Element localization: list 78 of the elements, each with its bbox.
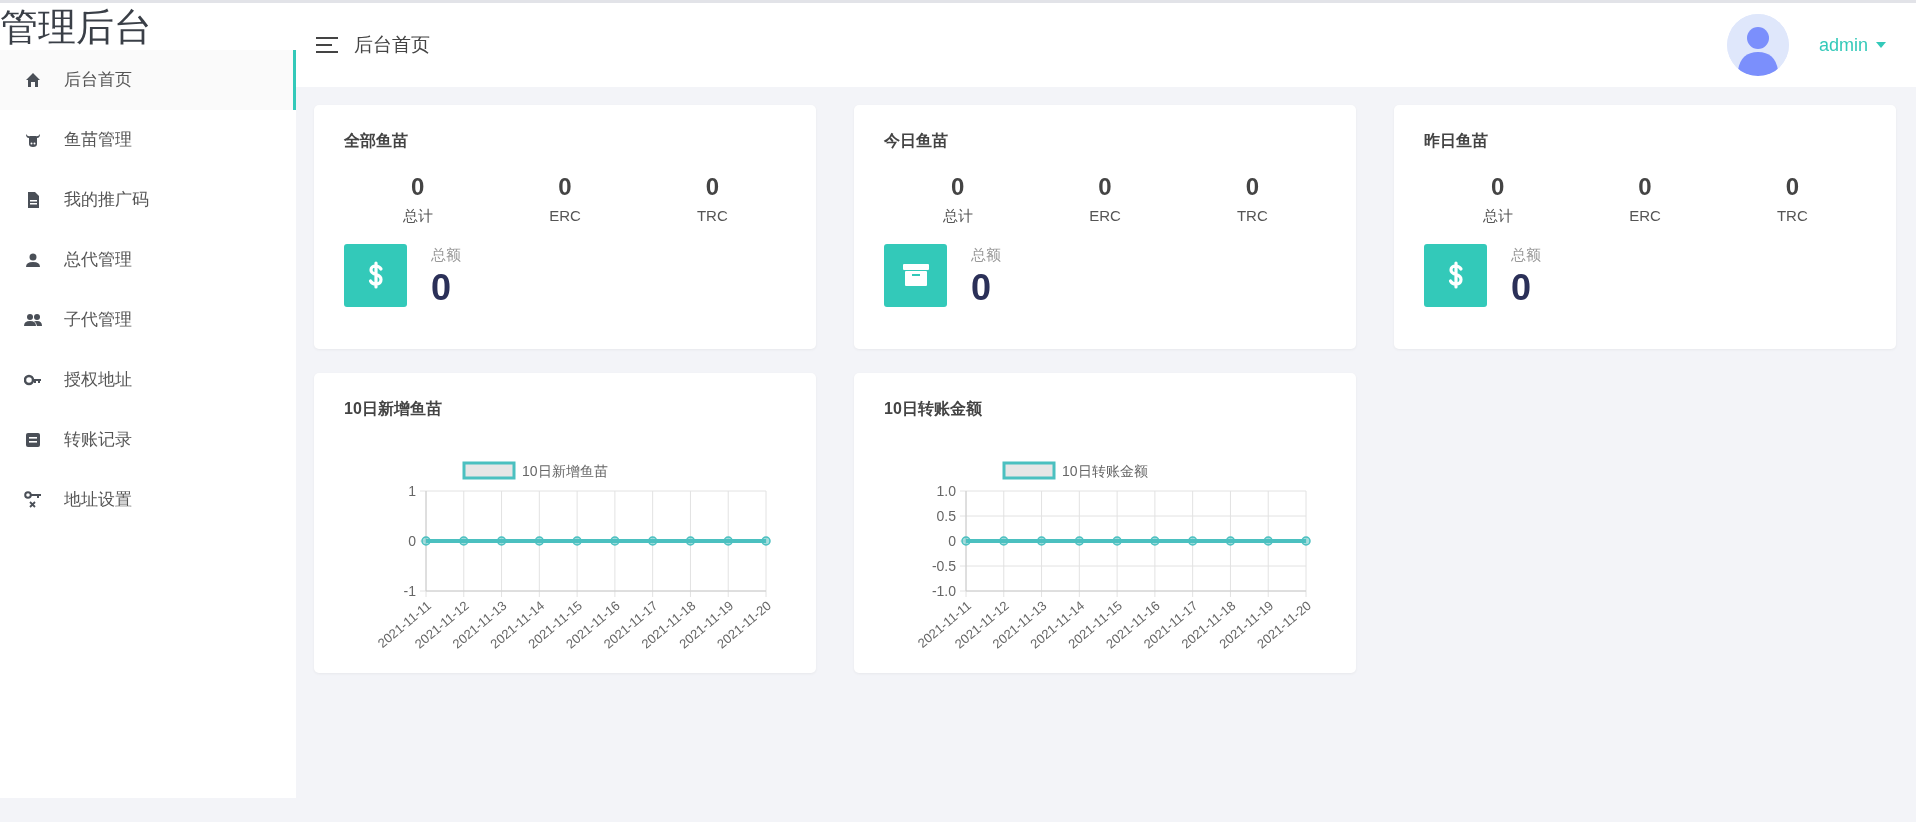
stat-value: 0 [705,172,719,202]
data-point [1225,536,1236,546]
menu-icon[interactable] [316,37,338,53]
stat-value: 0 [1245,172,1259,202]
data-point [1301,536,1311,546]
card-title: 全部鱼苗 [344,131,409,151]
card-title: 10日新增鱼苗 [344,399,443,419]
stat-label: ERC [1089,206,1121,226]
logo-text: 管理后台 [0,5,153,50]
legend-item[interactable]: 10日转账金额 [1002,461,1148,480]
home-icon [24,71,42,89]
stat-value: 0 [951,172,965,202]
data-point [685,536,696,546]
data-point [1112,536,1122,546]
stat-value: 0 [1098,172,1112,202]
sidebar-item[interactable]: 地址设置 [0,470,296,530]
card-title: 今日鱼苗 [884,131,949,151]
legend-label: 10日新增鱼苗 [522,463,608,479]
stat-label: TRC [1776,206,1808,226]
sidebar-item[interactable]: 子代管理 [0,290,296,350]
total-value: 0 [971,270,993,307]
data-point [610,536,620,546]
data-point [1036,536,1047,546]
data-point [1187,536,1198,546]
total-label: 总额 [431,244,461,265]
legend-label: 10日转账金额 [1062,463,1148,479]
total-value: 0 [431,270,453,307]
stat-label: ERC [549,206,581,226]
data-point [961,536,971,546]
data-point [459,536,469,546]
page-title: 后台首页 [354,32,430,57]
total-label: 总额 [1511,244,1541,265]
stat-label: ERC [1629,206,1661,226]
list-icon [24,431,42,449]
stat-value: 0 [1491,172,1505,202]
sidebar-item[interactable]: 总代管理 [0,230,296,290]
stat-label: 总计 [942,206,973,226]
caret-icon [1876,42,1886,48]
y-tick-label: 0 [948,533,956,549]
total-label: 总额 [971,244,1001,265]
data-point [534,536,545,546]
stat-label: TRC [1236,206,1268,226]
stat-value: 0 [558,172,572,202]
stat-value: 0 [411,172,425,202]
y-tick-label: 1 [408,483,416,499]
data-point [421,536,431,546]
card-title: 10日转账金额 [884,399,983,419]
y-tick-label: 1.0 [936,483,956,499]
sidebar-item[interactable]: 鱼苗管理 [0,110,296,170]
y-tick-label: -1 [403,583,416,599]
users-icon [24,311,42,329]
y-tick-label: -1.0 [931,583,956,599]
y-tick-label: 0 [408,533,416,549]
stat-label: 总计 [402,206,433,226]
sidebar-item[interactable]: 我的推广码 [0,170,296,230]
user-icon [24,251,42,269]
total-value: 0 [1511,270,1533,307]
data-point [761,536,771,546]
card-title: 昨日鱼苗 [1424,131,1489,151]
y-tick-label: 0.5 [936,508,956,524]
sidebar-item[interactable]: 后台首页 [0,50,296,110]
stat-value: 0 [1785,172,1799,202]
data-point [1074,536,1085,546]
stat-value: 0 [1638,172,1652,202]
legend-item[interactable]: 10日新增鱼苗 [462,461,608,480]
key-icon [24,491,42,509]
sidebar-item[interactable]: 转账记录 [0,410,296,470]
data-point [647,536,658,546]
data-point [496,536,507,546]
stat-label: TRC [696,206,728,226]
data-point [1150,536,1160,546]
y-tick-label: -0.5 [931,558,956,574]
data-point [1263,536,1273,546]
stat-label: 总计 [1482,206,1513,226]
data-point [999,536,1009,546]
sidebar-item[interactable]: 授权地址 [0,350,296,410]
data-point [723,536,733,546]
data-point [572,536,582,546]
